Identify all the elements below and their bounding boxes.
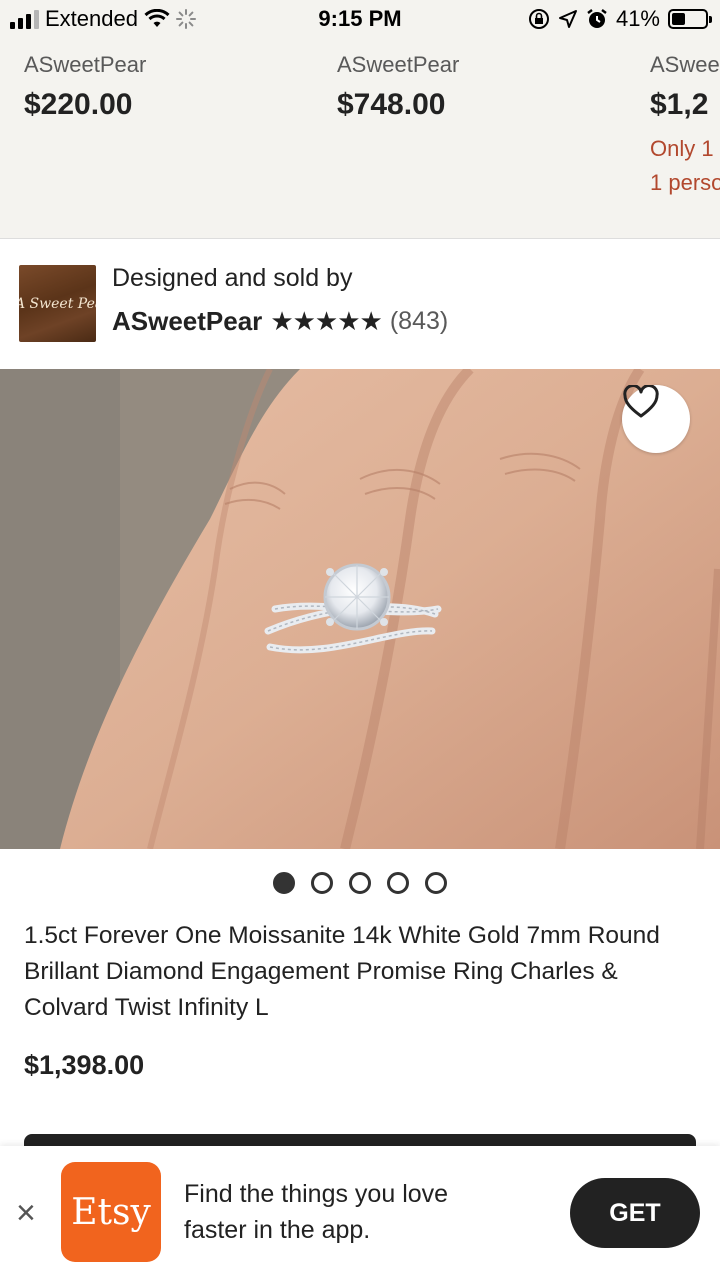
cart-warning: 1 perso [650, 170, 720, 195]
image-pagination[interactable] [0, 872, 720, 894]
seller-row[interactable]: A Sweet Pear Designed and sold by ASweet… [0, 240, 720, 368]
battery-percent: 41% [615, 6, 660, 31]
banner-text-line2: faster in the app. [184, 1216, 371, 1244]
listing-title: 1.5ct Forever One Moissanite 14k White G… [24, 922, 660, 1021]
related-shop-name: ASweetPear [337, 52, 460, 77]
related-listing-card[interactable]: ASweetPear $220.00 [24, 52, 324, 122]
review-count[interactable]: (843) [390, 307, 448, 336]
location-icon [558, 10, 577, 28]
related-shop-name: ASweetPear [24, 52, 147, 77]
close-icon[interactable]: × [16, 1196, 36, 1230]
favorite-button[interactable] [622, 385, 690, 453]
stock-warning: Only 1 [650, 136, 714, 161]
related-shop-name: ASwee [650, 52, 720, 77]
banner-text-line1: Find the things you love [184, 1180, 449, 1208]
shop-logo[interactable]: A Sweet Pear [19, 265, 96, 342]
related-price: $220.00 [24, 88, 133, 121]
status-right: 41% [528, 6, 712, 32]
sold-by-label: Designed and sold by [112, 264, 353, 292]
orientation-lock-icon [528, 9, 549, 29]
related-price: $1,2 [650, 88, 709, 121]
product-photo [0, 369, 720, 849]
heart-icon [623, 385, 659, 418]
etsy-logo-text: Etsy [71, 1191, 151, 1233]
alarm-icon [587, 9, 607, 28]
get-app-button[interactable]: GET [570, 1178, 700, 1248]
battery-icon [668, 9, 712, 29]
pagination-dot[interactable] [273, 872, 295, 894]
banner-message: Find the things you love faster in the a… [184, 1176, 544, 1248]
related-listing-card[interactable]: ASweetPear $748.00 [337, 52, 637, 122]
pagination-dot[interactable] [387, 872, 409, 894]
pagination-dot[interactable] [349, 872, 371, 894]
pagination-dot[interactable] [425, 872, 447, 894]
battery-fill [672, 13, 686, 25]
listing-price: $1,398.00 [24, 1050, 145, 1080]
related-listings-strip[interactable]: ASweetPear $220.00 ASweetPear $748.00 AS… [0, 40, 720, 239]
shop-logo-text: A Sweet Pear [19, 295, 96, 312]
status-bar: Extended 9:15 PM 41% [0, 0, 720, 40]
seller-name[interactable]: ASweetPear [112, 306, 262, 337]
etsy-app-logo: Etsy [61, 1162, 161, 1262]
seller-info: ASweetPear ★★★★★ (843) [112, 306, 448, 337]
app-install-banner: × Etsy Find the things you love faster i… [0, 1146, 720, 1280]
pagination-dot[interactable] [311, 872, 333, 894]
related-listing-card[interactable]: ASwee $1,2 Only 1 1 perso [650, 52, 720, 200]
related-price: $748.00 [337, 88, 446, 121]
rating-stars: ★★★★★ [270, 306, 383, 336]
product-image[interactable] [0, 369, 720, 849]
